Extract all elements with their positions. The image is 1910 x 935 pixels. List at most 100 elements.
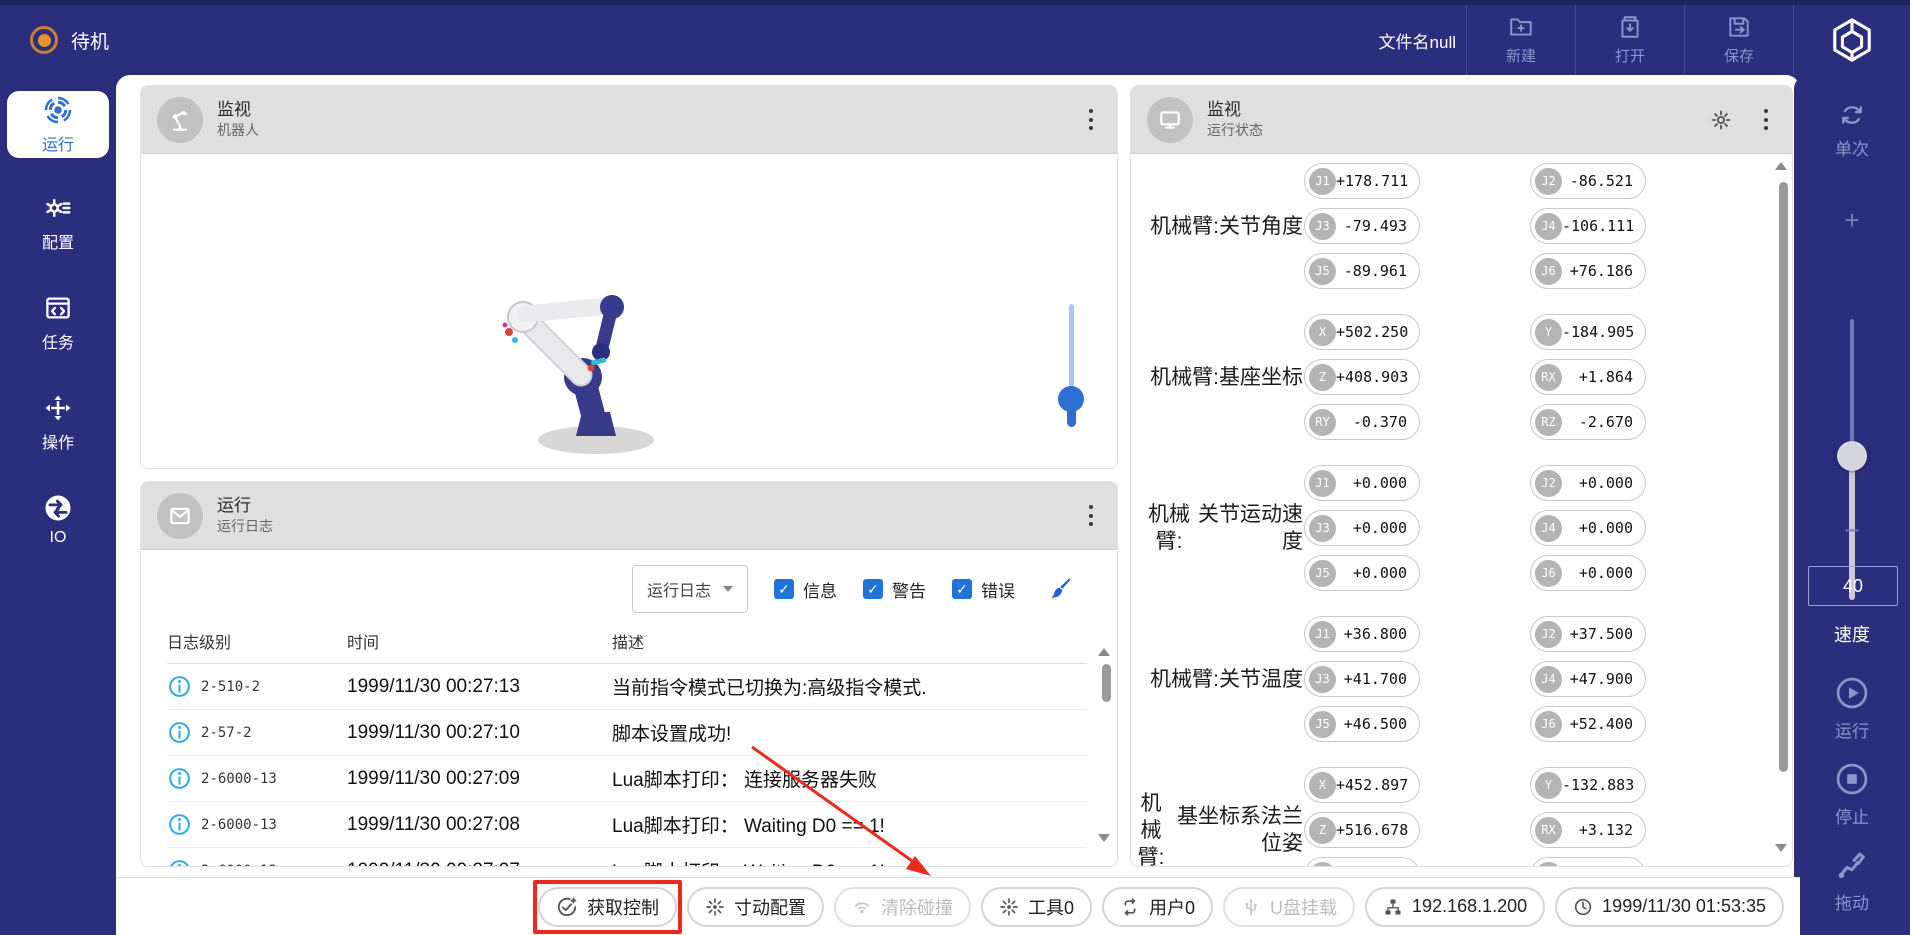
value-pill: X+452.897 bbox=[1304, 767, 1420, 803]
info-icon bbox=[167, 858, 192, 867]
scroll-down-arrow[interactable] bbox=[1775, 844, 1787, 852]
speed-value-display: 40 bbox=[1808, 566, 1898, 606]
status-group-label: 机械臂:关节温度 bbox=[1131, 666, 1304, 693]
scroll-up-arrow[interactable] bbox=[1775, 162, 1787, 170]
chevron-down-icon bbox=[723, 586, 733, 592]
top-bar: 待机 文件名null 新建 打开 保存 bbox=[0, 0, 1910, 75]
log-row[interactable]: 2-57-2 1999/11/30 00:27:10 脚本设置成功! bbox=[167, 710, 1087, 756]
log-filter-row: 运行日志 ✓ 信息 ✓ 警告 ✓ 错误 bbox=[141, 550, 1117, 615]
value-pill: J2+0.000 bbox=[1530, 465, 1646, 501]
sidebar-item-task[interactable]: 任务 bbox=[7, 293, 109, 353]
checkbox-checked-icon: ✓ bbox=[863, 579, 883, 599]
speed-minus-button[interactable]: − bbox=[1794, 515, 1910, 546]
kebab-menu-icon[interactable] bbox=[1085, 501, 1097, 530]
user-frame-button[interactable]: 用户0 bbox=[1102, 887, 1213, 927]
acquire-control-button[interactable]: 获取控制 bbox=[538, 887, 677, 927]
run-status-panel: 监视 运行状态 机械臂:关节角度 J1+178.711 J3-79.493 J5… bbox=[1130, 85, 1793, 867]
scroll-up-arrow[interactable] bbox=[1098, 648, 1110, 656]
value-pill: J6+76.186 bbox=[1530, 253, 1646, 289]
sidebar-item-operate[interactable]: 操作 bbox=[7, 393, 109, 453]
task-window-icon bbox=[43, 293, 73, 323]
move-arrows-icon bbox=[43, 393, 73, 423]
kebab-menu-icon[interactable] bbox=[1760, 105, 1772, 134]
save-file-button[interactable]: 保存 bbox=[1685, 5, 1793, 75]
usb-icon bbox=[1241, 897, 1261, 917]
status-group-joint-speed: 机械臂:关节运动速度 J1+0.000 J3+0.000 J5+0.000 J2… bbox=[1131, 465, 1792, 591]
value-pill: RZ-2.670 bbox=[1530, 404, 1646, 440]
value-pill: X+502.250 bbox=[1304, 314, 1420, 350]
log-row[interactable]: 2-6000-13 1999/11/30 00:27:07 Lua脚本打印： W… bbox=[167, 848, 1087, 867]
value-pill: J5+0.000 bbox=[1304, 555, 1420, 591]
log-table: 日志级别 时间 描述 2-510-2 1999/11/30 00:27:13 当… bbox=[167, 621, 1087, 867]
panel-subtitle: 机器人 bbox=[217, 120, 259, 140]
status-group-base-coords: 机械臂:基座坐标 X+502.250 Z+408.903 RY-0.370 Y-… bbox=[1131, 314, 1792, 440]
stop-program-button[interactable] bbox=[1794, 761, 1910, 797]
single-run-button[interactable] bbox=[1794, 101, 1910, 129]
sidebar-item-run[interactable]: 运行 bbox=[7, 91, 109, 158]
value-pill: Y-132.883 bbox=[1530, 767, 1646, 803]
value-pill: J6+52.400 bbox=[1530, 706, 1646, 742]
log-type-dropdown[interactable]: 运行日志 bbox=[632, 565, 748, 613]
run-log-panel: 运行 运行日志 运行日志 ✓ 信息 ✓ 警告 ✓ 错误 日志级别 时间 描述 bbox=[140, 481, 1118, 867]
value-pill: RZ+2.933 bbox=[1530, 857, 1646, 867]
scrollbar-thumb[interactable] bbox=[1779, 182, 1788, 772]
new-file-button[interactable]: 新建 bbox=[1467, 5, 1575, 75]
value-pill: J1+0.000 bbox=[1304, 465, 1420, 501]
robot-arm-avatar-icon bbox=[157, 97, 203, 143]
robot-3d-viewport[interactable] bbox=[141, 154, 1117, 469]
gear-list-icon bbox=[43, 193, 73, 223]
filter-warning-checkbox[interactable]: ✓ 警告 bbox=[863, 577, 926, 602]
scrollbar-thumb[interactable] bbox=[1102, 664, 1111, 702]
tool-select-button[interactable]: 工具0 bbox=[981, 887, 1092, 927]
robot-arm-illustration bbox=[481, 272, 681, 457]
speed-plus-button[interactable]: + bbox=[1794, 205, 1910, 236]
log-row[interactable]: 2-6000-13 1999/11/30 00:27:08 Lua脚本打印： W… bbox=[167, 802, 1087, 848]
value-pill: Y-184.905 bbox=[1530, 314, 1646, 350]
panel-subtitle: 运行日志 bbox=[217, 516, 273, 536]
sunburst-icon bbox=[705, 897, 725, 917]
run-program-button[interactable] bbox=[1794, 675, 1910, 711]
rotate-icon bbox=[1120, 897, 1140, 917]
drag-mode-button[interactable] bbox=[1794, 847, 1910, 881]
value-pill: Z+516.678 bbox=[1304, 812, 1420, 848]
stop-program-label: 停止 bbox=[1794, 803, 1910, 828]
value-pill: J4+47.900 bbox=[1530, 661, 1646, 697]
speed-slider-thumb[interactable] bbox=[1837, 441, 1867, 471]
speed-label: 速度 bbox=[1794, 621, 1910, 647]
checkbox-checked-icon: ✓ bbox=[774, 579, 794, 599]
status-group-joint-angles: 机械臂:关节角度 J1+178.711 J3-79.493 J5-89.961 … bbox=[1131, 163, 1792, 289]
view-slider-track[interactable] bbox=[1069, 304, 1074, 399]
sidebar-item-config[interactable]: 配置 bbox=[7, 193, 109, 253]
clear-log-brush-icon[interactable] bbox=[1047, 576, 1073, 602]
status-group-label: 机械臂:基座坐标 bbox=[1131, 364, 1304, 391]
scroll-down-arrow[interactable] bbox=[1098, 834, 1110, 842]
filter-info-checkbox[interactable]: ✓ 信息 bbox=[774, 577, 837, 602]
value-pill: J1+178.711 bbox=[1304, 163, 1420, 199]
status-values: 机械臂:关节角度 J1+178.711 J3-79.493 J5-89.961 … bbox=[1131, 154, 1792, 867]
jog-config-button[interactable]: 寸动配置 bbox=[687, 887, 824, 927]
datetime-display: 1999/11/30 01:53:35 bbox=[1555, 887, 1784, 927]
value-pill: Z+408.903 bbox=[1304, 359, 1420, 395]
filter-error-checkbox[interactable]: ✓ 错误 bbox=[952, 577, 1015, 602]
kebab-menu-icon[interactable] bbox=[1085, 105, 1097, 134]
new-file-icon bbox=[1508, 14, 1534, 40]
check-circle-icon bbox=[556, 896, 578, 918]
status-group-label: 机械臂:关节角度 bbox=[1131, 213, 1304, 240]
log-row[interactable]: 2-510-2 1999/11/30 00:27:13 当前指令模式已切换为:高… bbox=[167, 664, 1087, 710]
info-icon bbox=[167, 720, 192, 745]
open-file-button[interactable]: 打开 bbox=[1576, 5, 1684, 75]
log-row[interactable]: 2-6000-13 1999/11/30 00:27:09 Lua脚本打印： 连… bbox=[167, 756, 1087, 802]
value-pill: RY-0.370 bbox=[1304, 404, 1420, 440]
value-pill: J3-79.493 bbox=[1304, 208, 1420, 244]
sidebar-item-io[interactable]: IO bbox=[7, 493, 109, 547]
network-hub-icon bbox=[1383, 897, 1403, 917]
sunburst-icon bbox=[999, 897, 1019, 917]
gear-icon[interactable] bbox=[1710, 109, 1732, 131]
single-run-label: 单次 bbox=[1794, 135, 1910, 160]
view-slider-thumb[interactable] bbox=[1058, 386, 1084, 412]
run-program-label: 运行 bbox=[1794, 717, 1910, 742]
clock-icon bbox=[1573, 897, 1593, 917]
value-pill: RY-0.026 bbox=[1304, 857, 1420, 867]
speed-slider-track[interactable] bbox=[1850, 319, 1854, 455]
status-group-joint-temperature: 机械臂:关节温度 J1+36.800 J3+41.700 J5+46.500 J… bbox=[1131, 616, 1792, 742]
